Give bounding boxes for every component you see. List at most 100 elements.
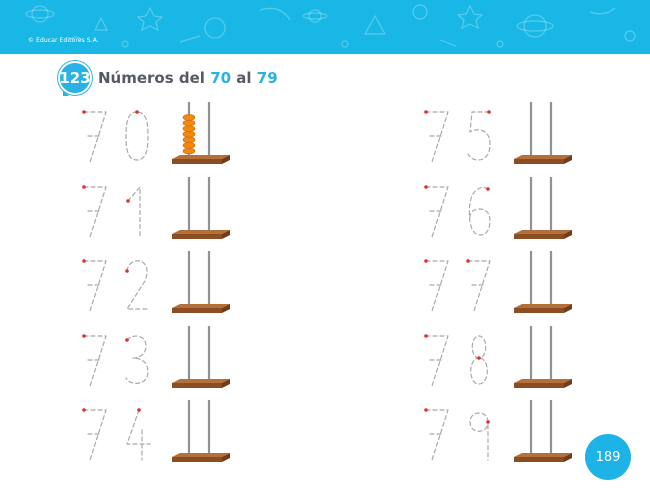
- exercise-drawing: [82, 102, 230, 164]
- abacus-base-front: [514, 382, 564, 388]
- trace-digit-tens: [82, 259, 107, 312]
- exercise-drawing: [424, 176, 572, 239]
- exercise-77: [422, 251, 602, 317]
- abacus-base-top: [172, 229, 230, 234]
- trace-digit-units: [470, 334, 488, 385]
- abacus-base-front: [514, 308, 564, 313]
- dashed-stroke: [83, 185, 107, 238]
- trace-digit-units: [125, 334, 149, 384]
- exercise-drawing: [82, 251, 230, 313]
- bead: [182, 147, 196, 155]
- abacus: [172, 102, 230, 164]
- bead: [182, 142, 196, 149]
- dashed-stroke: [425, 111, 449, 163]
- abacus-base-front: [172, 457, 222, 462]
- dashed-stroke: [83, 111, 107, 163]
- exercise-72: [80, 251, 260, 317]
- abacus-base-top: [172, 378, 230, 383]
- trace-digit-tens: [424, 333, 449, 387]
- exercise-79: [422, 400, 602, 466]
- trace-digit-units: [125, 110, 149, 161]
- start-dot: [126, 198, 130, 203]
- header-banner: © Educar Editores S.A.: [0, 0, 650, 54]
- exercise-75: [422, 102, 602, 168]
- dashed-stroke: [425, 185, 449, 238]
- abacus-base-top: [514, 304, 572, 308]
- space-pattern: [25, 4, 636, 48]
- trace-digit-tens: [82, 333, 107, 387]
- dashed-stroke: [469, 412, 489, 461]
- abacus-base-front: [514, 159, 564, 164]
- dashed-stroke: [425, 334, 449, 387]
- start-dot: [137, 408, 141, 412]
- exercise-drawing: [82, 400, 230, 462]
- dashed-stroke: [467, 260, 491, 312]
- trace-digit-tens: [424, 110, 449, 163]
- abacus-base-top: [514, 229, 572, 234]
- start-dot: [477, 355, 481, 360]
- start-dot: [424, 110, 428, 114]
- trace-digit-tens: [424, 408, 449, 461]
- start-dot: [424, 259, 428, 263]
- start-dot: [424, 184, 428, 189]
- abacus: [172, 251, 230, 313]
- title-range-end: 79: [256, 69, 278, 87]
- abacus: [514, 176, 572, 239]
- trace-digit-units: [469, 412, 490, 461]
- trace-digit-units: [466, 259, 491, 312]
- abacus-base-front: [172, 382, 222, 388]
- dashed-stroke: [83, 260, 107, 312]
- trace-digit-units: [125, 260, 150, 310]
- dashed-stroke: [125, 334, 149, 384]
- abacus-base-top: [514, 155, 572, 159]
- trace-digit-tens: [82, 408, 107, 461]
- abacus-base-top: [172, 304, 230, 308]
- page-number: 189: [585, 434, 631, 480]
- trace-digit-units: [468, 186, 491, 236]
- abacus-base-front: [514, 457, 564, 462]
- exercise-drawing: [424, 325, 572, 388]
- abacus-base-top: [514, 453, 572, 457]
- exercise-73: [80, 325, 260, 392]
- abacus-base-top: [514, 378, 572, 383]
- exercise-74: [80, 400, 260, 466]
- title-prefix: Números del: [98, 69, 205, 87]
- abacus: [514, 400, 572, 462]
- title-range-start: 70: [210, 69, 232, 87]
- exercise-drawing: [82, 176, 230, 239]
- start-dot: [125, 269, 129, 273]
- exercise-70: [80, 102, 260, 168]
- dashed-stroke: [126, 409, 151, 461]
- bead: [182, 119, 196, 127]
- dashed-stroke: [425, 260, 449, 312]
- dashed-stroke: [83, 334, 107, 387]
- bead: [182, 114, 196, 121]
- start-dot: [82, 184, 86, 189]
- start-dot: [82, 408, 86, 412]
- abacus: [514, 251, 572, 313]
- abacus-base-front: [172, 308, 222, 313]
- start-dot: [487, 110, 491, 114]
- start-dot: [486, 186, 490, 191]
- exercise-71: [80, 176, 260, 243]
- abacus: [514, 325, 572, 388]
- trace-digit-tens: [424, 184, 449, 238]
- exercise-drawing: [424, 102, 572, 164]
- title-connector: al: [236, 69, 252, 87]
- exercise-78: [422, 325, 602, 392]
- abacus: [514, 102, 572, 164]
- bead: [182, 130, 196, 138]
- dashed-stroke: [425, 409, 449, 461]
- start-dot: [466, 259, 470, 263]
- exercise-drawing: [424, 400, 572, 462]
- trace-digit-units: [126, 185, 141, 238]
- bead: [182, 136, 196, 144]
- abacus-base-top: [172, 155, 230, 159]
- start-dot: [135, 110, 139, 114]
- exercise-drawing: [424, 251, 572, 313]
- dashed-stroke: [83, 409, 107, 461]
- start-dot: [424, 333, 428, 338]
- dashed-stroke: [468, 186, 491, 236]
- abacus-base-front: [172, 233, 222, 239]
- trace-digit-units: [126, 408, 151, 461]
